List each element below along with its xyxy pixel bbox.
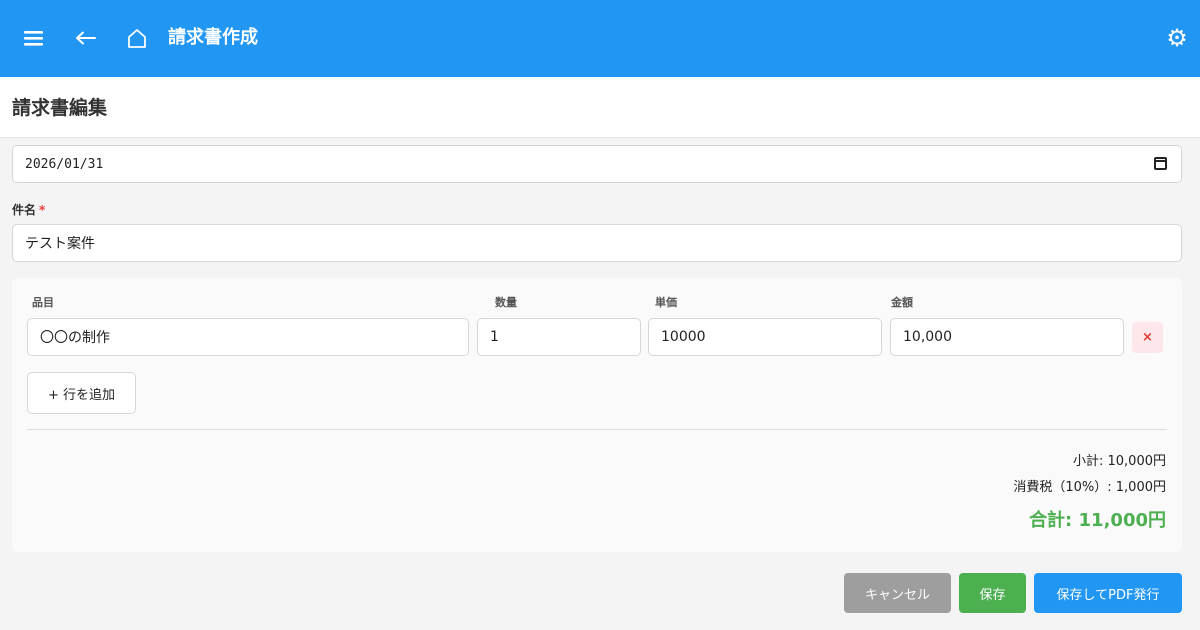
unit-price-value: 10000 [661,329,706,345]
column-header-amount: 金額 [891,296,913,309]
page-header: 請求書編集 [0,77,1200,138]
arrow-left-icon[interactable] [72,22,100,54]
save-button[interactable]: 保存 [959,573,1026,613]
divider [27,429,1167,430]
name-value: テスト案件 [25,236,95,252]
calendar-icon[interactable] [1154,157,1167,170]
name-input[interactable]: テスト案件 [12,224,1182,262]
gear-icon[interactable]: ⚙ [1164,22,1190,54]
item-name-input[interactable]: 〇〇の制作 [27,318,469,356]
unit-price-input[interactable]: 10000 [648,318,882,356]
required-mark: * [39,203,46,217]
column-header-item: 品目 [32,296,54,309]
quantity-value: 1 [490,329,499,345]
quantity-input[interactable]: 1 [477,318,641,356]
amount-field: 10,000 [890,318,1124,356]
column-header-unit-price: 単価 [655,296,677,309]
app-title: 請求書作成 [168,27,258,48]
totals-summary: 小計: 10,000円 消費税（10%）: 1,000円 合計: 11,000円 [1013,452,1166,532]
save-and-issue-pdf-button[interactable]: 保存してPDF発行 [1034,573,1182,613]
subtotal-text: 小計: 10,000円 [1073,454,1166,469]
hamburger-menu-icon[interactable] [22,22,46,54]
grand-total-text: 合計: 11,000円 [1029,510,1166,531]
cancel-button[interactable]: キャンセル [844,573,951,613]
name-label-text: 件名 [12,203,37,217]
delete-row-button[interactable]: × [1132,322,1163,353]
date-input[interactable]: 2026/01/31 [12,145,1182,183]
amount-value: 10,000 [903,329,952,345]
line-items-card: 品目 数量 単価 金額 〇〇の制作 1 10000 10,000 × + 行を追… [12,278,1182,552]
column-header-quantity: 数量 [495,296,517,309]
date-value: 2026/01/31 [25,156,104,172]
home-icon[interactable] [124,22,150,54]
item-name-value: 〇〇の制作 [40,330,110,346]
page-title: 請求書編集 [12,97,108,119]
app-bar: 請求書作成 ⚙ [0,0,1200,77]
tax-text: 消費税（10%）: 1,000円 [1013,480,1166,495]
name-label: 件名 * [12,201,45,218]
add-row-button[interactable]: + 行を追加 [27,372,136,414]
